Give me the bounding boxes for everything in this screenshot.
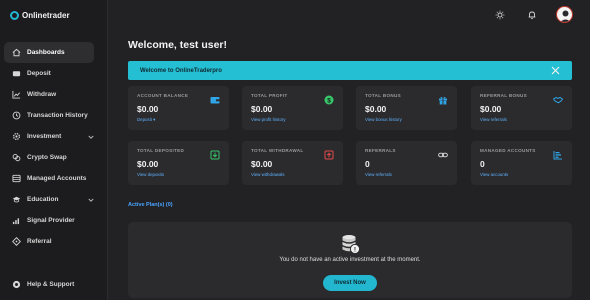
sidebar-item-crypto-swap[interactable]: Crypto Swap: [4, 147, 94, 168]
referral-icon: [12, 237, 21, 246]
help-support-label: Help & Support: [27, 280, 75, 288]
accounts-icon: [12, 174, 21, 183]
upload-icon: [324, 150, 334, 160]
sidebar-item-transaction-history[interactable]: Transaction History: [4, 105, 94, 126]
card-value: $0.00: [137, 159, 159, 169]
card-value: $0.00: [251, 159, 273, 169]
download-icon: [210, 150, 220, 160]
gear-icon: [12, 132, 21, 141]
profit-history-link[interactable]: View profit history: [251, 117, 334, 122]
signal-bars-icon: [12, 218, 20, 225]
card-label: TOTAL WITHDRAWAL: [251, 148, 304, 153]
handshake-icon: [553, 96, 563, 104]
invest-now-button[interactable]: Invest Now: [323, 275, 377, 291]
sidebar-item-signal-provider[interactable]: Signal Provider: [4, 210, 94, 231]
home-icon: [12, 48, 21, 57]
active-plans-heading[interactable]: Active Plan(s) (0): [128, 202, 173, 208]
user-avatar-icon: [560, 10, 571, 22]
sidebar-item-label: Dashboards: [27, 49, 65, 56]
theme-toggle-button[interactable]: [493, 8, 507, 22]
card-value: 0: [365, 159, 370, 169]
gift-icon: [439, 96, 447, 105]
accounts-link[interactable]: View accounts: [480, 172, 563, 177]
welcome-alert-text: Welcome to OnlineTraderpro: [140, 67, 222, 74]
referrals-link[interactable]: View referrals: [365, 172, 448, 177]
svg-text:!: !: [354, 246, 356, 253]
brand-logo[interactable]: Onlinetrader: [10, 11, 70, 20]
card-label: ACCOUNT BALANCE: [137, 93, 189, 98]
referrals-card: REFERRALS 0 View referrals: [356, 141, 457, 185]
sidebar-item-label: Referral: [27, 238, 52, 245]
sidebar-item-investment[interactable]: Investment: [4, 126, 94, 147]
card-label: TOTAL DEPOSITED: [137, 148, 185, 153]
graduation-cap-icon: [12, 196, 21, 203]
avatar[interactable]: [556, 6, 573, 23]
sidebar-item-label: Transaction History: [27, 112, 88, 119]
card-label: MANAGED ACCOUNTS: [480, 148, 536, 153]
coin-stack-icon: !: [342, 235, 361, 255]
sidebar-item-withdraw[interactable]: Withdraw: [4, 84, 94, 105]
card-value: 0: [480, 159, 485, 169]
bars-icon: [553, 151, 562, 160]
svg-text:$: $: [327, 97, 331, 104]
sidebar-item-label: Withdraw: [27, 91, 57, 98]
bonus-history-link[interactable]: View bonus history: [365, 117, 448, 122]
sidebar-item-education[interactable]: Education: [4, 189, 94, 210]
sidebar: Onlinetrader Dashboards Deposit Withdraw…: [0, 0, 108, 300]
chart-line-icon: [12, 90, 21, 99]
notifications-button[interactable]: [525, 8, 539, 22]
history-icon: [12, 111, 21, 120]
card-label: TOTAL PROFIT: [251, 93, 288, 98]
close-icon[interactable]: [551, 66, 560, 75]
wallet-icon: [210, 97, 220, 104]
active-plans-panel: ! You do not have an active investment a…: [128, 222, 572, 298]
referrals-link[interactable]: View referrals: [480, 117, 563, 122]
sidebar-item-referral[interactable]: Referral: [4, 231, 94, 252]
sidebar-item-dashboards[interactable]: Dashboards: [4, 42, 94, 63]
bell-icon: [528, 11, 536, 20]
chevron-down-icon: [88, 198, 94, 202]
withdrawals-link[interactable]: View withdrawals: [251, 172, 334, 177]
sidebar-item-label: Crypto Swap: [27, 154, 67, 161]
topbar: [108, 0, 590, 32]
card-value: $0.00: [137, 104, 159, 114]
sidebar-item-label: Deposit: [27, 70, 51, 77]
help-icon: [12, 280, 21, 288]
sidebar-item-deposit[interactable]: Deposit: [4, 63, 94, 84]
sidebar-item-label: Signal Provider: [27, 217, 75, 224]
card-label: REFERRAL BONUS: [480, 93, 527, 98]
card-value: $0.00: [365, 104, 387, 114]
sidebar-item-label: Education: [27, 196, 59, 203]
referral-bonus-card: REFERRAL BONUS $0.00 View referrals: [471, 86, 572, 130]
chevron-down-icon: [88, 135, 94, 139]
wallet-icon: [12, 71, 21, 77]
brand-name: Onlinetrader: [22, 11, 70, 20]
empty-plans-message: You do not have an active investment at …: [279, 257, 421, 263]
total-bonus-card: TOTAL BONUS $0.00 View bonus history: [356, 86, 457, 130]
brand-logo-icon: [10, 11, 19, 20]
managed-accounts-card: MANAGED ACCOUNTS 0 View accounts: [471, 141, 572, 185]
card-value: $0.00: [251, 104, 273, 114]
account-balance-card: ACCOUNT BALANCE $0.00 Deposit ▾: [128, 86, 229, 130]
sidebar-item-label: Managed Accounts: [27, 175, 87, 182]
swap-icon: [12, 153, 21, 162]
sidebar-item-label: Investment: [27, 133, 62, 140]
card-value: $0.00: [480, 104, 502, 114]
total-profit-card: TOTAL PROFIT $0.00 View profit history $: [242, 86, 343, 130]
card-label: TOTAL BONUS: [365, 93, 401, 98]
link-icon: [438, 152, 448, 158]
dollar-coin-icon: $: [324, 95, 334, 105]
page-title: Welcome, test user!: [128, 39, 228, 51]
sidebar-nav: Dashboards Deposit Withdraw Transaction …: [0, 42, 108, 252]
help-support-link[interactable]: Help & Support: [4, 276, 74, 292]
sidebar-item-managed-accounts[interactable]: Managed Accounts: [4, 168, 94, 189]
total-deposited-card: TOTAL DEPOSITED $0.00 View deposits: [128, 141, 229, 185]
welcome-alert: Welcome to OnlineTraderpro: [128, 61, 572, 80]
card-label: REFERRALS: [365, 148, 396, 153]
deposit-dropdown-link[interactable]: Deposit ▾: [137, 117, 220, 123]
deposits-link[interactable]: View deposits: [137, 172, 220, 177]
total-withdrawal-card: TOTAL WITHDRAWAL $0.00 View withdrawals: [242, 141, 343, 185]
sun-icon: [495, 10, 505, 20]
